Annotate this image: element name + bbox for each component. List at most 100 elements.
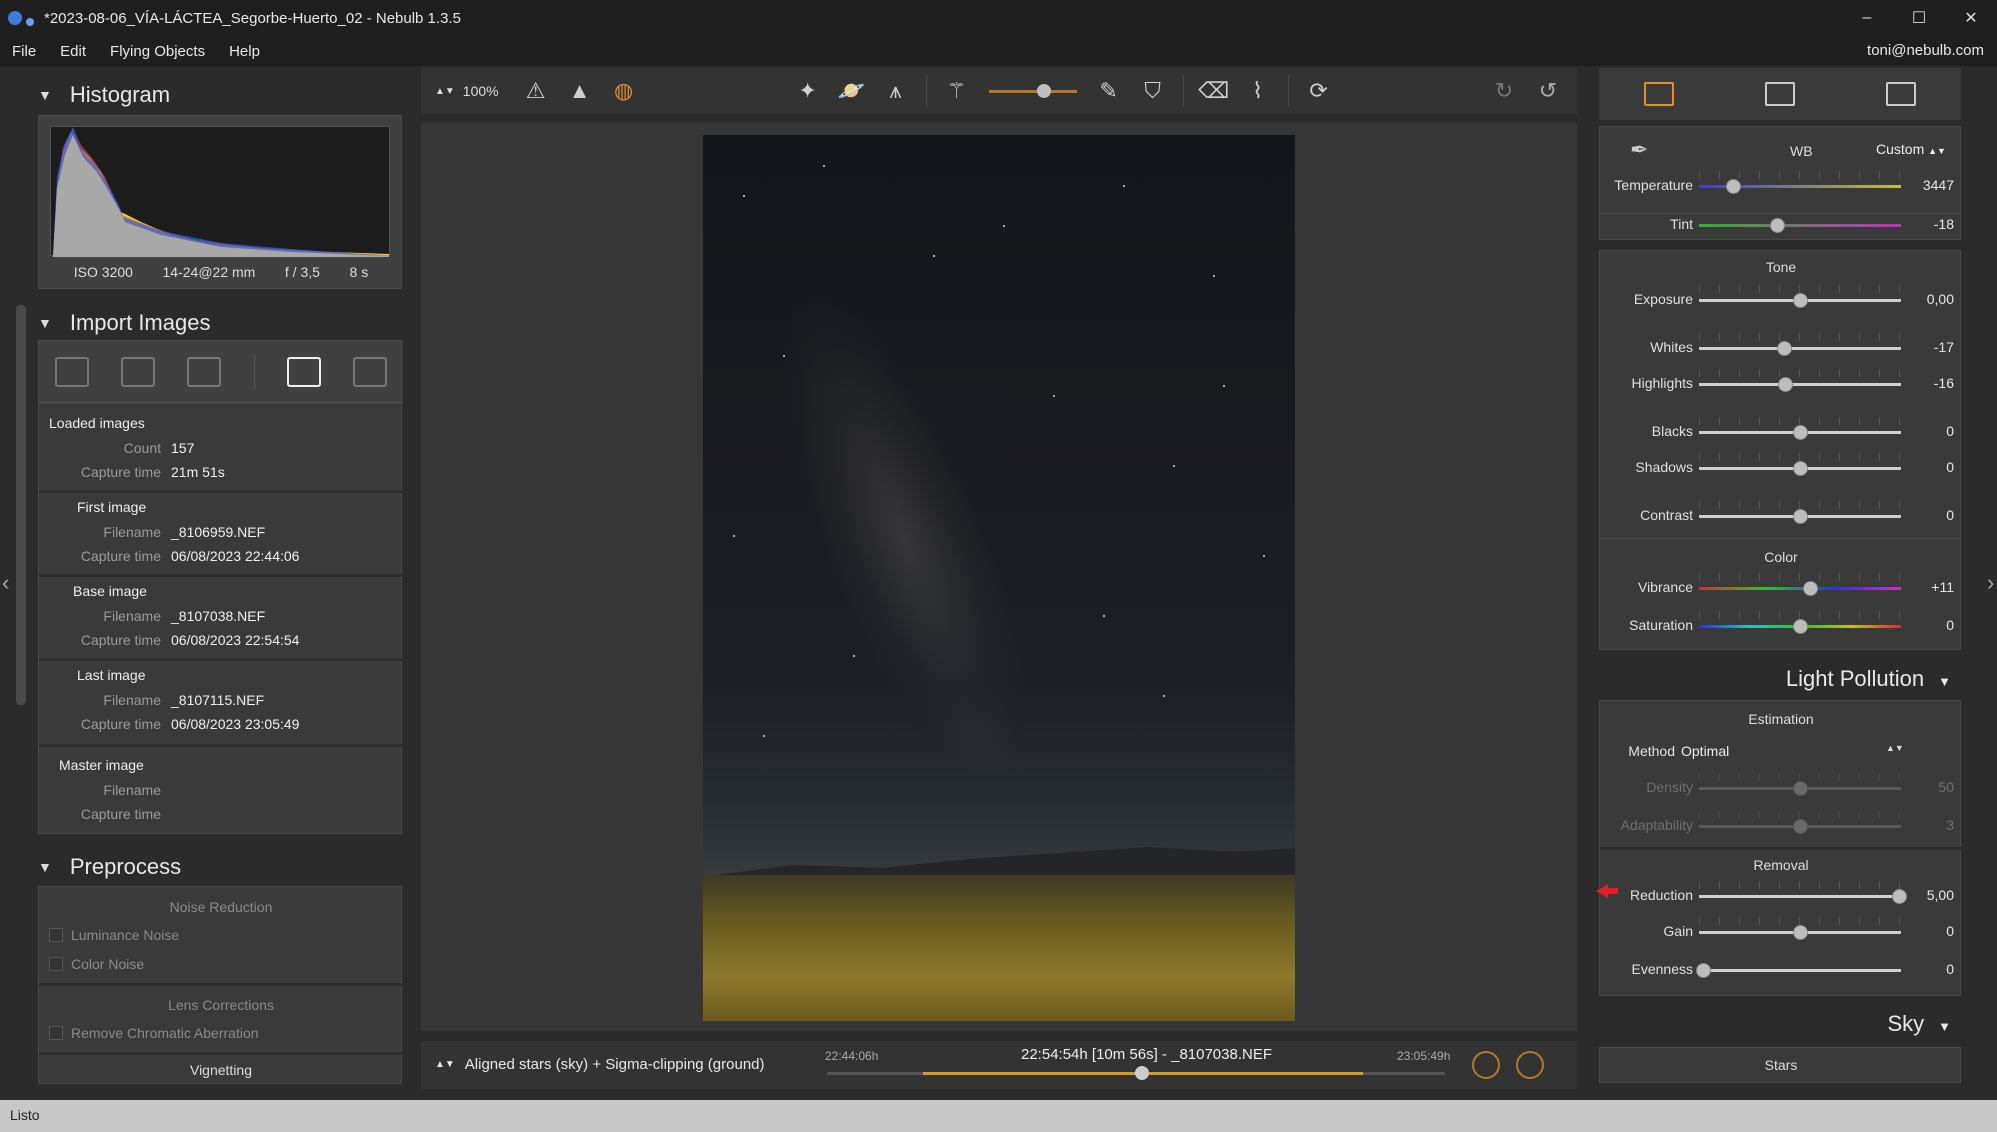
brush-size-slider[interactable] xyxy=(988,83,1077,98)
temperature-knob[interactable] xyxy=(1726,179,1741,194)
gain-knob[interactable] xyxy=(1793,925,1808,940)
crop-tab-icon[interactable] xyxy=(1885,82,1916,106)
temperature-slider[interactable]: Temperature 3447 xyxy=(1600,171,1962,201)
menu-file[interactable]: File xyxy=(0,43,48,60)
master-image-icon[interactable] xyxy=(352,356,387,387)
vibrance-slider[interactable]: Vibrance +11 xyxy=(1600,573,1962,603)
import-images-icon[interactable] xyxy=(55,356,90,387)
stack-method-selector[interactable]: ▲▼ Aligned stars (sky) + Sigma-clipping (… xyxy=(435,1056,765,1073)
density-knob[interactable] xyxy=(1793,781,1808,796)
divider xyxy=(39,744,403,747)
tower-icon[interactable]: ⩚ xyxy=(881,76,911,106)
menu-edit[interactable]: Edit xyxy=(48,43,98,60)
eraser-icon[interactable]: ⌫ xyxy=(1198,76,1229,106)
warning-outline-icon[interactable]: ⚠ xyxy=(521,76,551,106)
import-folder-icon[interactable] xyxy=(187,356,222,387)
magic-wand-icon[interactable]: ⚚ xyxy=(942,76,972,106)
clock-reset-icon[interactable] xyxy=(1516,1051,1544,1079)
adaptability-slider[interactable]: Adaptability 3 xyxy=(1600,811,1962,841)
highlights-knob[interactable] xyxy=(1778,377,1793,392)
tint-track[interactable] xyxy=(1699,224,1901,227)
evenness-knob[interactable] xyxy=(1696,963,1711,978)
saturation-value: 0 xyxy=(1946,617,1954,633)
palette-icon[interactable]: ◍ xyxy=(609,76,639,106)
sky-header[interactable]: Sky ▼ xyxy=(1599,1011,1961,1037)
exposure-knob[interactable] xyxy=(1793,293,1808,308)
develop-tab-icon[interactable] xyxy=(1644,82,1675,106)
blacks-slider[interactable]: Blacks 0 xyxy=(1600,417,1962,447)
wb-mode-select[interactable]: Custom ▲▼ xyxy=(1876,141,1946,157)
highlights-track[interactable] xyxy=(1699,383,1901,386)
select-image-icon[interactable] xyxy=(286,356,321,387)
minimize-button[interactable]: – xyxy=(1841,0,1893,36)
bucket-icon[interactable]: ⛉ xyxy=(1138,76,1168,106)
menu-flying-objects[interactable]: Flying Objects xyxy=(98,43,217,60)
reduction-track[interactable] xyxy=(1699,895,1901,898)
reduction-knob[interactable] xyxy=(1892,889,1907,904)
histogram-header[interactable]: ▼ Histogram xyxy=(26,77,170,113)
user-account[interactable]: toni@nebulb.com xyxy=(1867,42,1984,59)
image-tab-icon[interactable] xyxy=(1764,82,1795,106)
maximize-button[interactable]: ☐ xyxy=(1893,0,1945,36)
undo-icon[interactable]: ↺ xyxy=(1533,76,1563,106)
contrast-slider[interactable]: Contrast 0 xyxy=(1600,501,1962,531)
whites-slider[interactable]: Whites -17 xyxy=(1600,333,1962,363)
image-viewer[interactable] xyxy=(421,123,1577,1031)
reduction-slider[interactable]: Reduction 5,00 xyxy=(1600,881,1962,911)
gain-slider[interactable]: Gain 0 xyxy=(1600,917,1962,947)
preview-image[interactable] xyxy=(703,135,1295,1021)
refresh-icon[interactable]: ⟳ xyxy=(1304,76,1334,106)
gain-label: Gain xyxy=(1663,923,1693,939)
whites-knob[interactable] xyxy=(1777,341,1792,356)
vibrance-track[interactable] xyxy=(1699,587,1901,590)
eyedropper-icon[interactable]: ✒ xyxy=(1630,137,1648,163)
shadows-knob[interactable] xyxy=(1793,461,1808,476)
import-video-icon[interactable] xyxy=(121,356,156,387)
menu-help[interactable]: Help xyxy=(217,43,272,60)
tint-knob[interactable] xyxy=(1770,218,1785,233)
vignetting-title[interactable]: Vignetting xyxy=(39,1062,403,1078)
density-slider[interactable]: Density 50 xyxy=(1600,773,1962,803)
planet-icon[interactable]: 🪐 xyxy=(837,76,867,106)
adaptability-knob[interactable] xyxy=(1793,819,1808,834)
brush-icon[interactable]: ✎ xyxy=(1094,76,1124,106)
chromatic-aberration-checkbox[interactable]: Remove Chromatic Aberration xyxy=(49,1025,259,1041)
method-select[interactable]: Method Optimal ▲▼ xyxy=(1600,737,1962,767)
import-header[interactable]: ▼ Import Images xyxy=(26,305,210,341)
stars-icon[interactable]: ✦ xyxy=(793,76,823,106)
collapse-left-icon[interactable]: ‹ xyxy=(2,570,9,596)
slider-knob[interactable] xyxy=(1036,83,1051,98)
evenness-track[interactable] xyxy=(1699,969,1901,972)
highlights-slider[interactable]: Highlights -16 xyxy=(1600,369,1962,399)
blacks-knob[interactable] xyxy=(1793,425,1808,440)
preprocess-header[interactable]: ▼ Preprocess xyxy=(26,849,181,885)
vibrance-knob[interactable] xyxy=(1803,581,1818,596)
left-scrollbar[interactable] xyxy=(16,305,26,705)
redo-icon[interactable]: ↻ xyxy=(1489,76,1519,106)
temperature-label: Temperature xyxy=(1614,177,1693,193)
vibrance-label: Vibrance xyxy=(1637,579,1693,595)
timeline-knob[interactable] xyxy=(1135,1066,1149,1080)
shadows-slider[interactable]: Shadows 0 xyxy=(1600,453,1962,483)
luminance-noise-checkbox[interactable]: Luminance Noise xyxy=(49,927,179,943)
saturation-slider[interactable]: Saturation 0 xyxy=(1600,611,1962,641)
collapse-right-icon[interactable]: › xyxy=(1987,570,1994,596)
tint-slider[interactable]: Tint -18 xyxy=(1600,210,1962,240)
import-panel: Loaded images Count 157 Capture time 21m 5… xyxy=(38,340,403,834)
broom-icon[interactable]: ⌇ xyxy=(1243,76,1273,106)
import-title: Import Images xyxy=(69,310,211,335)
color-noise-checkbox[interactable]: Color Noise xyxy=(49,956,144,972)
collapse-triangle-icon: ▼ xyxy=(38,859,52,875)
timeline-track[interactable] xyxy=(827,1066,1445,1080)
zoom-control[interactable]: ▲▼ 100% xyxy=(435,83,499,99)
whites-track[interactable] xyxy=(1699,347,1901,350)
blacks-label: Blacks xyxy=(1651,423,1693,439)
evenness-slider[interactable]: Evenness 0 xyxy=(1600,955,1962,985)
warning-filled-icon[interactable]: ▲ xyxy=(565,76,595,106)
close-button[interactable]: ✕ xyxy=(1945,0,1997,36)
clock-forward-icon[interactable] xyxy=(1472,1051,1500,1079)
contrast-knob[interactable] xyxy=(1793,509,1808,524)
exposure-slider[interactable]: Exposure 0,00 xyxy=(1600,285,1962,315)
light-pollution-header[interactable]: Light Pollution ▼ xyxy=(1599,666,1961,692)
saturation-knob[interactable] xyxy=(1793,619,1808,634)
